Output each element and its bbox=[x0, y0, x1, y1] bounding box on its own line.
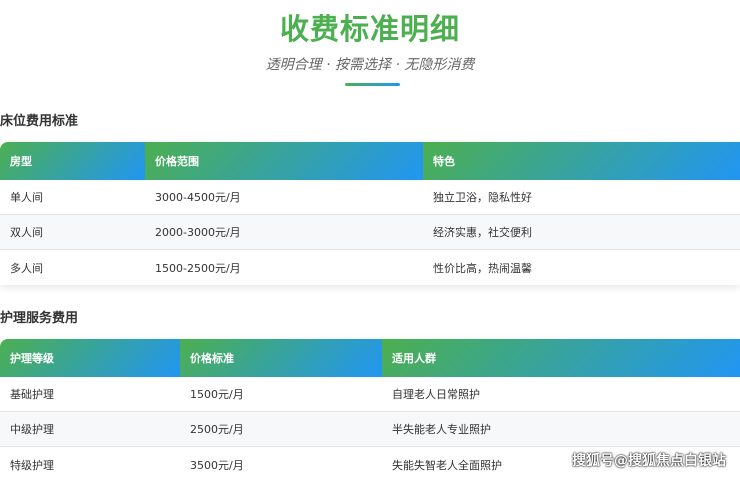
cell: 性价比高，热闹温馨 bbox=[433, 261, 532, 275]
cell: 特级护理 bbox=[10, 458, 54, 472]
cell: 多人间 bbox=[10, 261, 43, 275]
header-cell: 护理等级 bbox=[0, 339, 180, 377]
cell: 1500元/月 bbox=[190, 388, 244, 401]
table-row: 基础护理 1500元/月 自理老人日常照护 bbox=[0, 377, 740, 412]
cell: 单人间 bbox=[10, 191, 43, 204]
cell: 2000-3000元/月 bbox=[155, 226, 241, 239]
watermark: 搜狐号@搜狐焦点白银站 bbox=[572, 453, 726, 469]
cell: 3500元/月 bbox=[190, 458, 244, 472]
cell: 1500-2500元/月 bbox=[155, 261, 241, 275]
header-cell: 价格标准 bbox=[180, 339, 382, 377]
cell: 2500元/月 bbox=[190, 423, 244, 436]
table-header: 房型 价格范围 特色 bbox=[0, 142, 740, 180]
cell: 基础护理 bbox=[10, 388, 54, 401]
care-section-heading: 护理服务费用 bbox=[0, 311, 79, 326]
header-cell: 房型 bbox=[0, 142, 145, 180]
header-cell: 价格范围 bbox=[145, 142, 423, 180]
bed-fee-table: 房型 价格范围 特色 单人间 3000-4500元/月 独立卫浴，隐私性好 双人… bbox=[0, 142, 740, 285]
cell: 中级护理 bbox=[10, 423, 54, 436]
table-row: 双人间 2000-3000元/月 经济实惠，社交便利 bbox=[0, 215, 740, 250]
table-row: 多人间 1500-2500元/月 性价比高，热闹温馨 bbox=[0, 250, 740, 285]
table-header: 护理等级 价格标准 适用人群 bbox=[0, 339, 740, 377]
page-subtitle: 透明合理 · 按需选择 · 无隐形消费 bbox=[265, 57, 475, 73]
header-cell: 适用人群 bbox=[382, 339, 740, 377]
page-title: 收费标准明细 bbox=[279, 12, 460, 46]
cell: 独立卫浴，隐私性好 bbox=[433, 191, 532, 204]
table-row: 单人间 3000-4500元/月 独立卫浴，隐私性好 bbox=[0, 180, 740, 215]
header-cell: 特色 bbox=[423, 142, 740, 180]
cell: 3000-4500元/月 bbox=[155, 191, 241, 204]
cell: 双人间 bbox=[10, 226, 43, 239]
table-row: 中级护理 2500元/月 半失能老人专业照护 bbox=[0, 412, 740, 447]
title-divider bbox=[345, 83, 400, 86]
cell: 自理老人日常照护 bbox=[392, 388, 480, 401]
cell: 半失能老人专业照护 bbox=[392, 423, 491, 436]
bed-section-heading: 床位费用标准 bbox=[0, 114, 79, 129]
cell: 经济实惠，社交便利 bbox=[433, 226, 532, 239]
